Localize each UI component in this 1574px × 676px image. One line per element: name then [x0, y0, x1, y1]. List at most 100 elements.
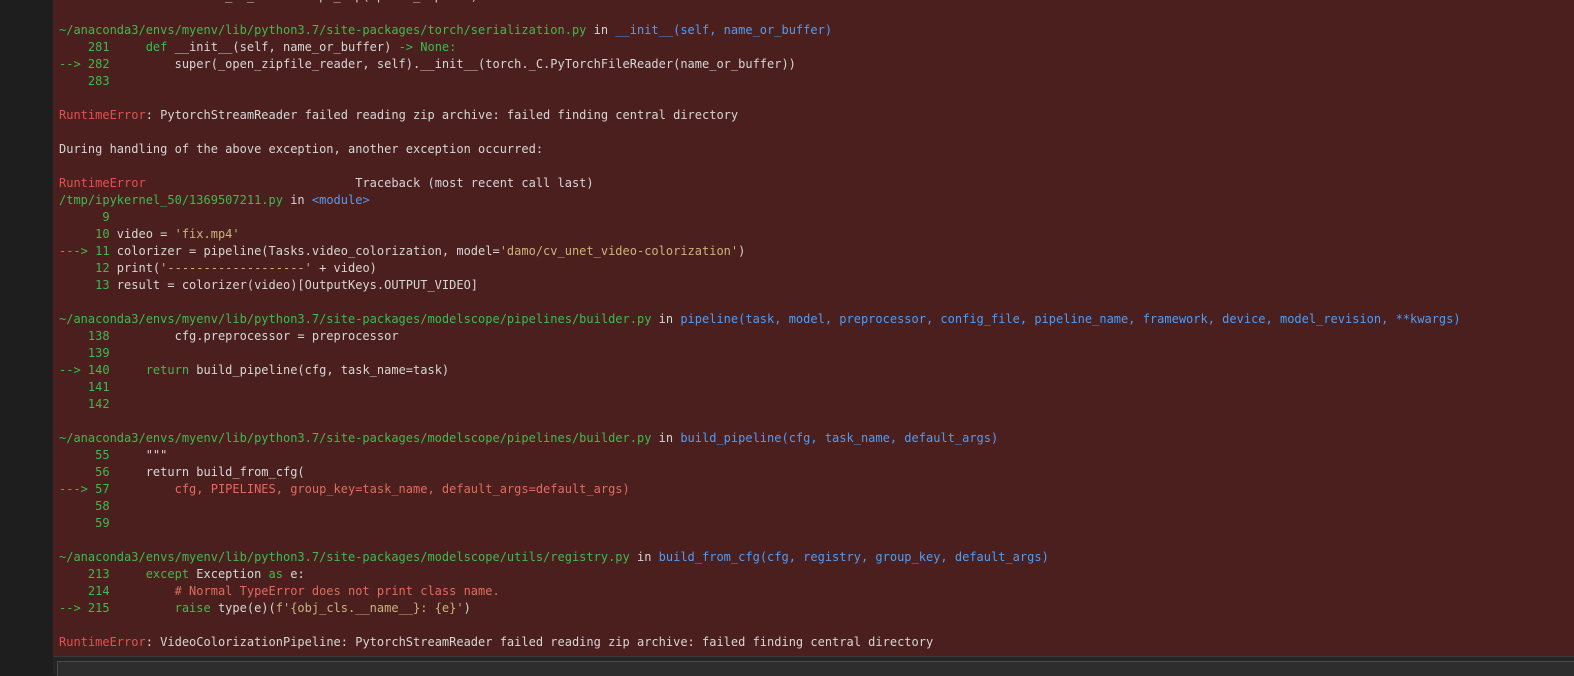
output-segment: 214 — [59, 584, 175, 598]
output-segment: type(e)( — [210, 601, 276, 615]
output-segment: 138 — [59, 329, 175, 343]
output-segment: <module> — [311, 193, 370, 207]
output-segment: 9 — [59, 210, 110, 224]
output-segment: --> 140 — [59, 363, 146, 377]
left-gutter — [0, 0, 53, 674]
output-segment: result = colorizer(video)[OutputKeys.OUT… — [116, 278, 479, 292]
output-segment: return build_from_cfg( — [145, 465, 305, 479]
output-segment: in — [586, 23, 616, 37]
output-segment: 139 — [59, 346, 110, 360]
output-line: ---> 11 colorizer = pipeline(Tasks.video… — [59, 243, 1574, 260]
traceback-lines: 778 if _is_torchscript_zip(opened_zipfil… — [59, 0, 1574, 651]
traceback-output: 778 if _is_torchscript_zip(opened_zipfil… — [53, 0, 1574, 656]
output-segment: 778 — [59, 0, 175, 3]
output-segment: ~/anaconda3/envs/myenv/lib/python3.7/sit… — [59, 550, 630, 564]
output-segment: Exception — [189, 567, 269, 581]
output-line: ---> 57 cfg, PIPELINES, group_key=task_n… — [59, 481, 1574, 498]
output-segment: build_pipeline(cfg, task_name=task) — [189, 363, 450, 377]
output-segment: in — [629, 550, 659, 564]
output-segment: print( — [116, 261, 161, 275]
output-line: RuntimeError: VideoColorizationPipeline:… — [59, 634, 1574, 651]
output-segment: video = — [116, 227, 175, 241]
output-segment: __init__(self, name_or_buffer) — [167, 40, 399, 54]
output-segment: RuntimeError — [59, 108, 146, 122]
output-segment: --> 215 — [59, 601, 175, 615]
output-segment: except — [145, 567, 190, 581]
output-segment: def — [145, 40, 168, 54]
output-line: 214 # Normal TypeError does not print cl… — [59, 583, 1574, 600]
output-segment: raise — [174, 601, 211, 615]
output-segment: /tmp/ipykernel_50/1369507211.py — [59, 193, 283, 207]
output-segment: ) — [463, 601, 471, 615]
output-segment: in — [282, 193, 312, 207]
output-segment: 'fix.mp4' — [174, 227, 240, 241]
output-line: --> 282 super(_open_zipfile_reader, self… — [59, 56, 1574, 73]
output-segment: (self, name_or_buffer) — [673, 23, 833, 37]
output-line: ~/anaconda3/envs/myenv/lib/python3.7/sit… — [59, 549, 1574, 566]
output-segment: colorizer = pipeline(Tasks.video_coloriz… — [116, 244, 500, 258]
output-segment: --> 282 — [59, 57, 175, 71]
output-line: 142 — [59, 396, 1574, 413]
output-segment: RuntimeError — [59, 635, 146, 649]
output-segment: pipeline — [680, 312, 739, 326]
output-segment: build_from_cfg — [658, 550, 760, 564]
output-segment: cfg, PIPELINES, group_key=task_name, def… — [174, 482, 630, 496]
output-line: 55 """ — [59, 447, 1574, 464]
output-segment: : VideoColorizationPipeline: PytorchStre… — [145, 635, 934, 649]
output-segment: 283 — [59, 74, 110, 88]
output-segment: build_pipeline — [680, 431, 782, 445]
output-segment: ~/anaconda3/envs/myenv/lib/python3.7/sit… — [59, 23, 587, 37]
output-segment: -> None: — [398, 40, 457, 54]
output-line: /tmp/ipykernel_50/1369507211.py in <modu… — [59, 192, 1574, 209]
output-scrollbar[interactable] — [53, 656, 1574, 676]
output-segment: # Normal TypeError does not print class … — [174, 584, 500, 598]
output-segment: (cfg, registry, group_key, default_args) — [759, 550, 1049, 564]
output-segment: ~/anaconda3/envs/myenv/lib/python3.7/sit… — [59, 312, 652, 326]
output-line: ~/anaconda3/envs/myenv/lib/python3.7/sit… — [59, 311, 1574, 328]
output-line: 213 except Exception as e: — [59, 566, 1574, 583]
output-segment: __init__ — [615, 23, 674, 37]
output-segment: ---> 57 — [59, 482, 175, 496]
output-segment: 55 — [59, 448, 146, 462]
output-segment: (task, model, preprocessor, config_file,… — [738, 312, 1461, 326]
output-segment: 281 — [59, 40, 146, 54]
output-line: 138 cfg.preprocessor = preprocessor — [59, 328, 1574, 345]
output-line: 139 — [59, 345, 1574, 362]
output-line: ~/anaconda3/envs/myenv/lib/python3.7/sit… — [59, 430, 1574, 447]
output-segment: ---> 11 — [59, 244, 117, 258]
output-segment: (cfg, task_name, default_args) — [781, 431, 999, 445]
output-segment: f'{obj_cls.__name__}: {e}' — [275, 601, 464, 615]
output-segment: return — [145, 363, 190, 377]
output-line: 56 return build_from_cfg( — [59, 464, 1574, 481]
output-line: 10 video = 'fix.mp4' — [59, 226, 1574, 243]
output-segment: RuntimeError — [59, 176, 146, 190]
output-segment: super(_open_zipfile_reader, self).__init… — [174, 57, 796, 71]
output-line: 13 result = colorizer(video)[OutputKeys.… — [59, 277, 1574, 294]
output-line: 12 print('-------------------' + video) — [59, 260, 1574, 277]
output-segment: 58 — [59, 499, 110, 513]
output-segment: ) — [738, 244, 746, 258]
output-segment: 'damo/cv_unet_video-colorization' — [499, 244, 739, 258]
output-line: --> 215 raise type(e)(f'{obj_cls.__name_… — [59, 600, 1574, 617]
output-line: --> 140 return build_pipeline(cfg, task_… — [59, 362, 1574, 379]
output-segment: Traceback (most recent call last) — [145, 176, 594, 190]
output-line: 9 — [59, 209, 1574, 226]
output-line: ~/anaconda3/envs/myenv/lib/python3.7/sit… — [59, 22, 1574, 39]
output-segment: '-------------------' — [160, 261, 312, 275]
output-segment: 13 — [59, 278, 117, 292]
output-line: 283 — [59, 73, 1574, 90]
output-line: 141 — [59, 379, 1574, 396]
output-segment: e: — [283, 567, 305, 581]
output-line: 59 — [59, 515, 1574, 532]
output-line: 281 def __init__(self, name_or_buffer) -… — [59, 39, 1574, 56]
output-segment: 12 — [59, 261, 117, 275]
output-segment: 142 — [59, 397, 110, 411]
output-segment: cfg.preprocessor = preprocessor — [174, 329, 399, 343]
output-line: During handling of the above exception, … — [59, 141, 1574, 158]
